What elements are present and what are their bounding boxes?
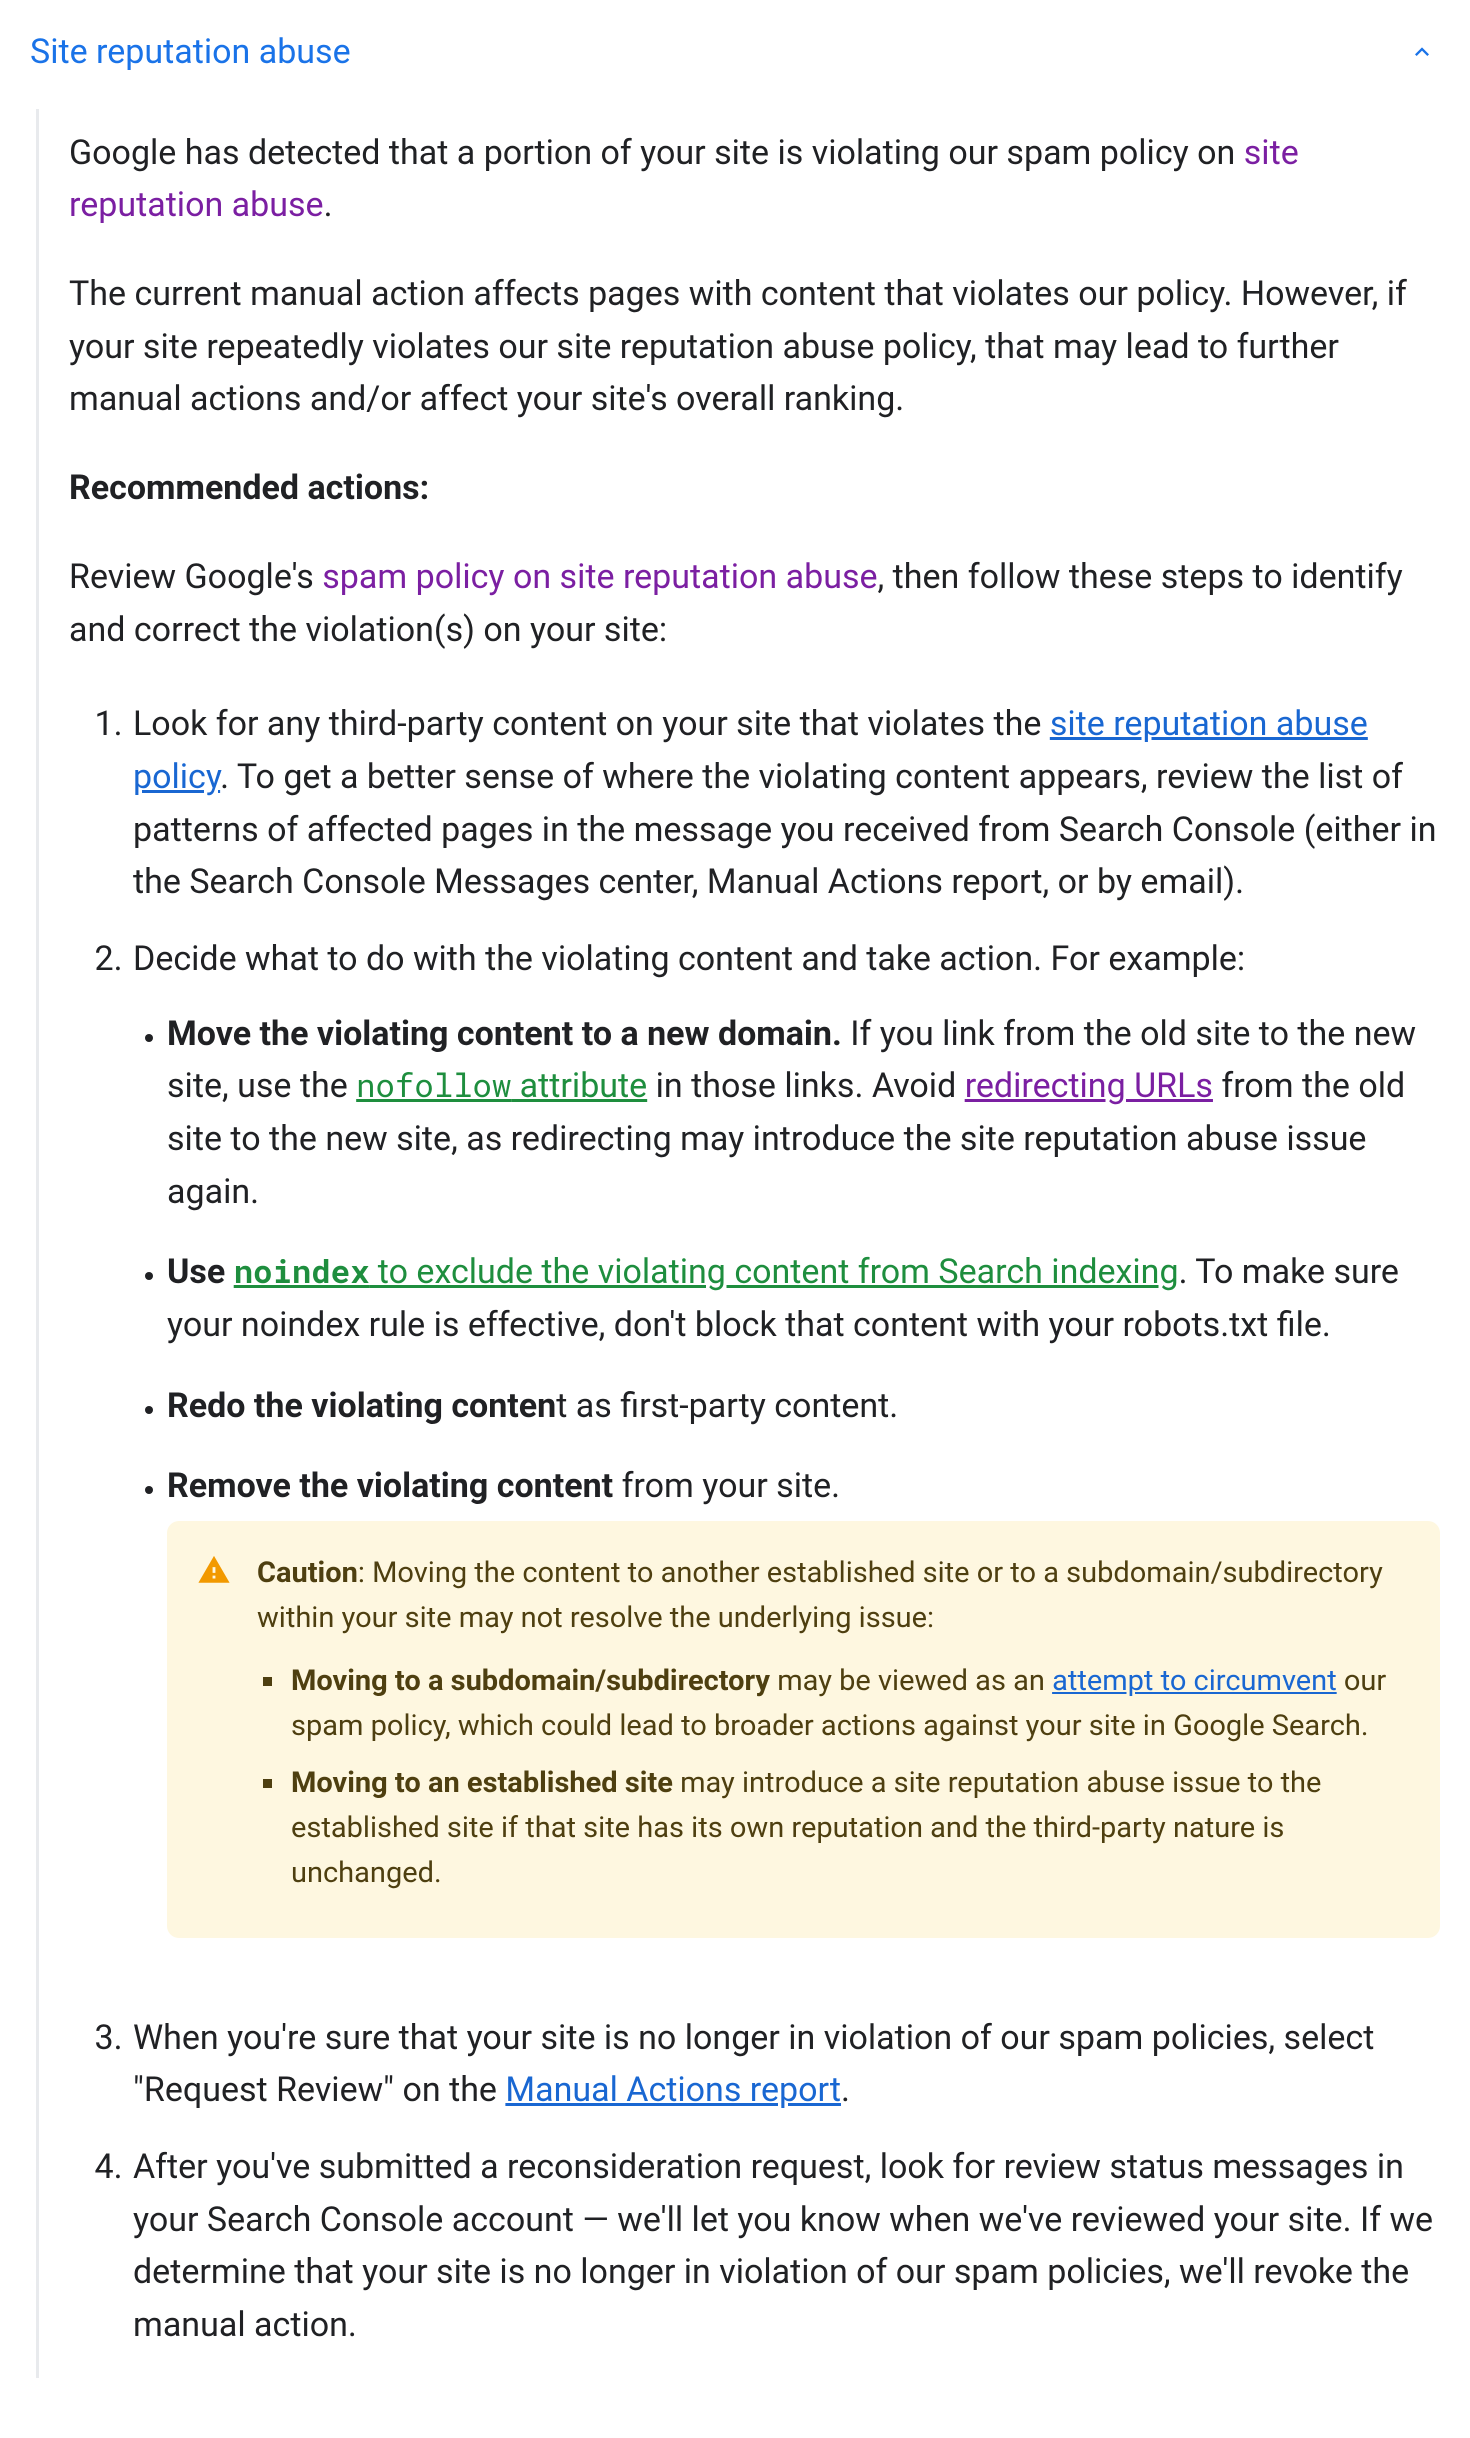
caution-body: Caution: Moving the content to another e… — [257, 1551, 1400, 1908]
step-1: Look for any third-party content on your… — [131, 692, 1440, 927]
text: Review Google's — [69, 557, 322, 597]
nofollow-link[interactable]: nofollow attribute — [356, 1066, 647, 1106]
redirecting-link[interactable]: redirecting URLs — [965, 1066, 1213, 1106]
text: t as first-party content. — [556, 1386, 898, 1426]
caution-bullets: Moving to a subdomain/subdirectory may b… — [257, 1659, 1400, 1908]
text: Moving to a subdomain/subdirectory — [291, 1664, 770, 1698]
step-3: When you're sure that your site is no lo… — [131, 2006, 1440, 2135]
steps-list: Look for any third-party content on your… — [69, 692, 1440, 2370]
recommended-actions-heading: Recommended actions: — [69, 462, 1440, 515]
accordion-panel: Google has detected that a portion of yo… — [36, 109, 1440, 2378]
circumvent-link[interactable]: attempt to circumvent — [1052, 1664, 1337, 1698]
text: . — [841, 2070, 850, 2110]
text: Moving to an established site — [291, 1766, 673, 1800]
noindex-link[interactable]: noindex to exclude the violating content… — [234, 1252, 1179, 1292]
text: in those links. Avoid — [647, 1066, 965, 1106]
options-list: Move the violating content to a new doma… — [133, 1008, 1440, 1988]
text: . — [324, 185, 333, 225]
text: Use — [167, 1252, 234, 1292]
step-2: Decide what to do with the violating con… — [131, 927, 1440, 2006]
text: from your site. — [613, 1466, 840, 1506]
accordion-title: Site reputation abuse — [30, 26, 351, 79]
text: Decide what to do with the violating con… — [133, 939, 1245, 979]
option-redo: Redo the violating content as first-part… — [167, 1380, 1440, 1461]
text: . To get a better sense of where the vio… — [133, 757, 1437, 902]
text: Look for any third-party content on your… — [133, 704, 1050, 744]
code: nofollow — [356, 1063, 511, 1106]
accordion-header[interactable]: Site reputation abuse — [30, 10, 1440, 109]
text: Remove the violating content — [167, 1466, 613, 1506]
option-move: Move the violating content to a new doma… — [167, 1008, 1440, 1247]
intro2-paragraph: The current manual action affects pages … — [69, 268, 1440, 426]
manual-actions-report-link[interactable]: Manual Actions report — [505, 2070, 841, 2110]
text: attribute — [511, 1066, 647, 1106]
text: : Moving the content to another establis… — [257, 1556, 1383, 1635]
caution-box: Caution: Moving the content to another e… — [167, 1521, 1440, 1938]
warning-icon — [197, 1551, 231, 1601]
intro-paragraph: Google has detected that a portion of yo… — [69, 127, 1440, 232]
text: to exclude the violating content from Se… — [369, 1252, 1178, 1292]
text: Move the violating content to a new doma… — [167, 1014, 842, 1054]
caution-bullet-2: Moving to an established site may introd… — [287, 1761, 1400, 1908]
text: Google has detected that a portion of yo… — [69, 133, 1244, 173]
caution-label: Caution — [257, 1556, 358, 1590]
caution-bullet-1: Moving to a subdomain/subdirectory may b… — [287, 1659, 1400, 1761]
option-noindex: Use noindex to exclude the violating con… — [167, 1246, 1440, 1379]
spam-policy-link[interactable]: spam policy on site reputation abuse — [322, 557, 877, 597]
text: After you've submitted a reconsideration… — [133, 2147, 1433, 2345]
text: Redo the violating conten — [167, 1386, 556, 1426]
option-remove: Remove the violating content from your s… — [167, 1460, 1440, 1987]
code: noindex — [234, 1249, 370, 1292]
step-4: After you've submitted a reconsideration… — [131, 2135, 1440, 2370]
text: may be viewed as an — [770, 1664, 1052, 1698]
chevron-up-icon — [1404, 34, 1440, 70]
review-paragraph: Review Google's spam policy on site repu… — [69, 551, 1440, 656]
